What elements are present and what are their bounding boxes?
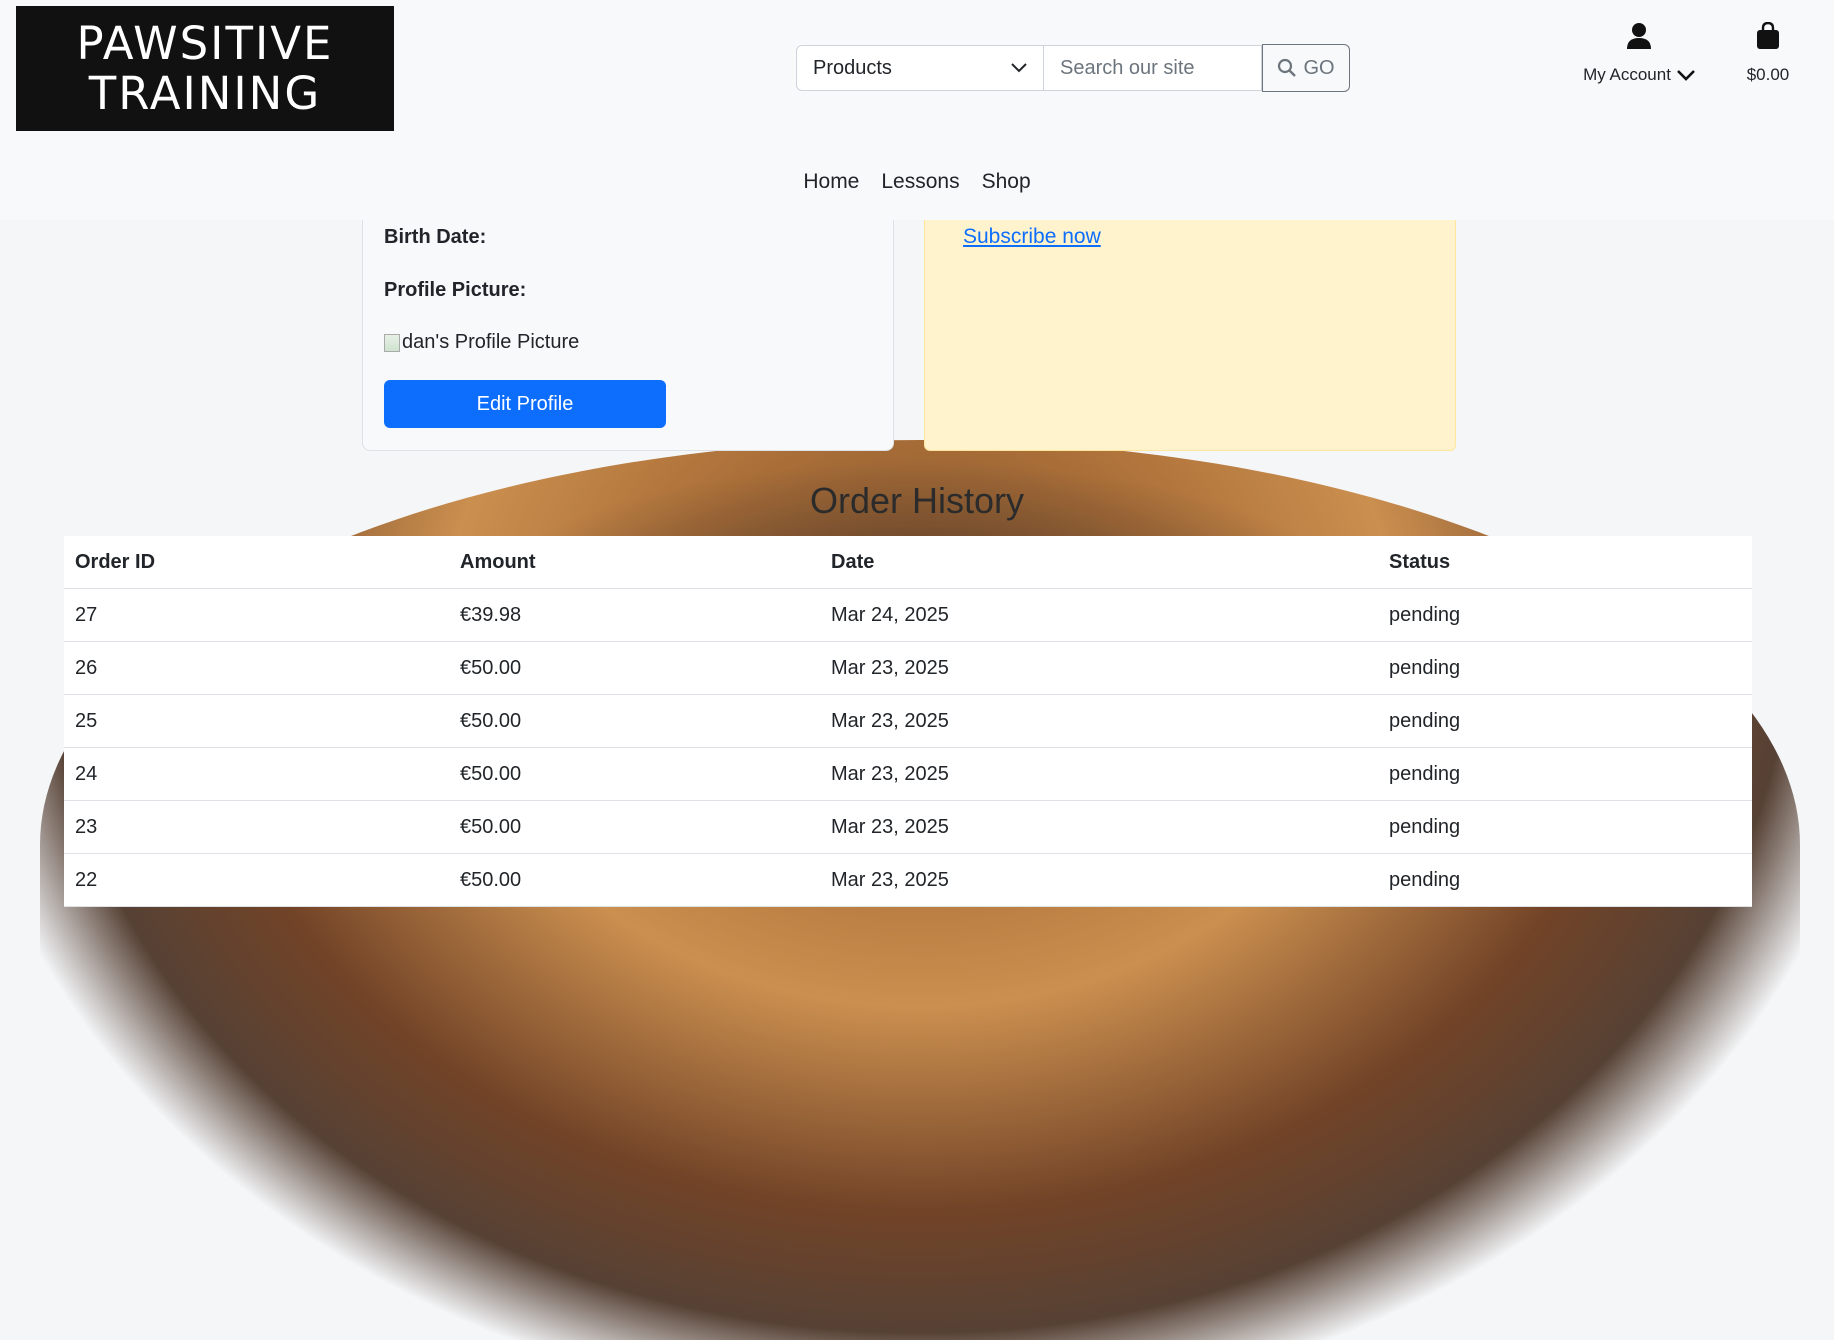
order-date: Mar 23, 2025 <box>820 641 1378 695</box>
broken-image-icon <box>384 333 400 352</box>
search-go-button[interactable]: GO <box>1262 44 1350 92</box>
profile-picture: dan's Profile Picture <box>384 331 579 354</box>
cart-link[interactable]: $0.00 <box>1736 21 1800 85</box>
search-icon <box>1278 58 1297 77</box>
shopping-bag-icon <box>1757 21 1779 49</box>
order-status: pending <box>1378 747 1752 801</box>
order-id: 27 <box>64 588 449 642</box>
order-date: Mar 23, 2025 <box>820 694 1378 748</box>
header-status: Status <box>1378 536 1752 589</box>
table-row: 27 €39.98 Mar 24, 2025 pending <box>64 588 1752 642</box>
order-date: Mar 24, 2025 <box>820 588 1378 642</box>
order-id: 23 <box>64 800 449 854</box>
table-row: 25 €50.00 Mar 23, 2025 pending <box>64 694 1752 748</box>
order-amount: €50.00 <box>449 694 820 748</box>
nav-home[interactable]: Home <box>803 170 859 194</box>
search-input[interactable] <box>1044 45 1262 91</box>
order-status: pending <box>1378 694 1752 748</box>
edit-profile-button[interactable]: Edit Profile <box>384 380 666 428</box>
subscribe-now-link[interactable]: Subscribe now <box>963 225 1101 249</box>
user-icon <box>1627 23 1651 49</box>
main-nav: Home Lessons Shop <box>0 170 1834 194</box>
my-account-label: My Account <box>1583 65 1671 84</box>
birth-date-label: Birth Date: <box>384 226 487 248</box>
order-date: Mar 23, 2025 <box>820 747 1378 801</box>
table-header-row: Order ID Amount Date Status <box>64 536 1752 589</box>
search-form: Products GO <box>796 44 1350 93</box>
order-history-table: Order ID Amount Date Status 27 €39.98 Ma… <box>64 536 1752 907</box>
category-selected: Products <box>813 56 892 79</box>
nav-lessons[interactable]: Lessons <box>881 170 959 194</box>
my-account-dropdown[interactable]: My Account <box>1578 22 1700 85</box>
logo-line-1: PAWSITIVE <box>76 16 334 70</box>
table-row: 24 €50.00 Mar 23, 2025 pending <box>64 747 1752 801</box>
table-row: 23 €50.00 Mar 23, 2025 pending <box>64 800 1752 854</box>
chevron-down-icon <box>1677 70 1695 81</box>
order-status: pending <box>1378 641 1752 695</box>
chevron-down-icon <box>1011 63 1027 73</box>
header-amount: Amount <box>449 536 820 589</box>
profile-picture-alt: dan's Profile Picture <box>402 331 580 353</box>
order-amount: €50.00 <box>449 641 820 695</box>
site-logo[interactable]: PAWSITIVE TRAINING <box>16 6 394 131</box>
table-row: 26 €50.00 Mar 23, 2025 pending <box>64 641 1752 695</box>
order-amount: €50.00 <box>449 747 820 801</box>
nav-shop[interactable]: Shop <box>982 170 1031 194</box>
order-date: Mar 23, 2025 <box>820 800 1378 854</box>
order-amount: €50.00 <box>449 853 820 907</box>
go-label: GO <box>1303 56 1335 79</box>
logo-line-2: TRAINING <box>88 66 322 120</box>
order-history-title: Order History <box>809 480 1025 521</box>
order-date: Mar 23, 2025 <box>820 853 1378 907</box>
order-id: 24 <box>64 747 449 801</box>
order-id: 25 <box>64 694 449 748</box>
site-header: PAWSITIVE TRAINING Products GO My Accoun… <box>0 0 1834 220</box>
subscription-card: Subscribe now <box>924 200 1456 451</box>
profile-card: Birth Date: Profile Picture: dan's Profi… <box>362 200 894 451</box>
order-status: pending <box>1378 853 1752 907</box>
order-id: 26 <box>64 641 449 695</box>
header-order-id: Order ID <box>64 536 449 589</box>
order-id: 22 <box>64 853 449 907</box>
table-row: 22 €50.00 Mar 23, 2025 pending <box>64 853 1752 907</box>
order-status: pending <box>1378 588 1752 642</box>
profile-picture-label: Profile Picture: <box>384 279 527 301</box>
order-status: pending <box>1378 800 1752 854</box>
cart-total: $0.00 <box>1746 65 1790 84</box>
category-select[interactable]: Products <box>796 45 1044 91</box>
order-amount: €50.00 <box>449 800 820 854</box>
header-date: Date <box>820 536 1378 589</box>
order-amount: €39.98 <box>449 588 820 642</box>
